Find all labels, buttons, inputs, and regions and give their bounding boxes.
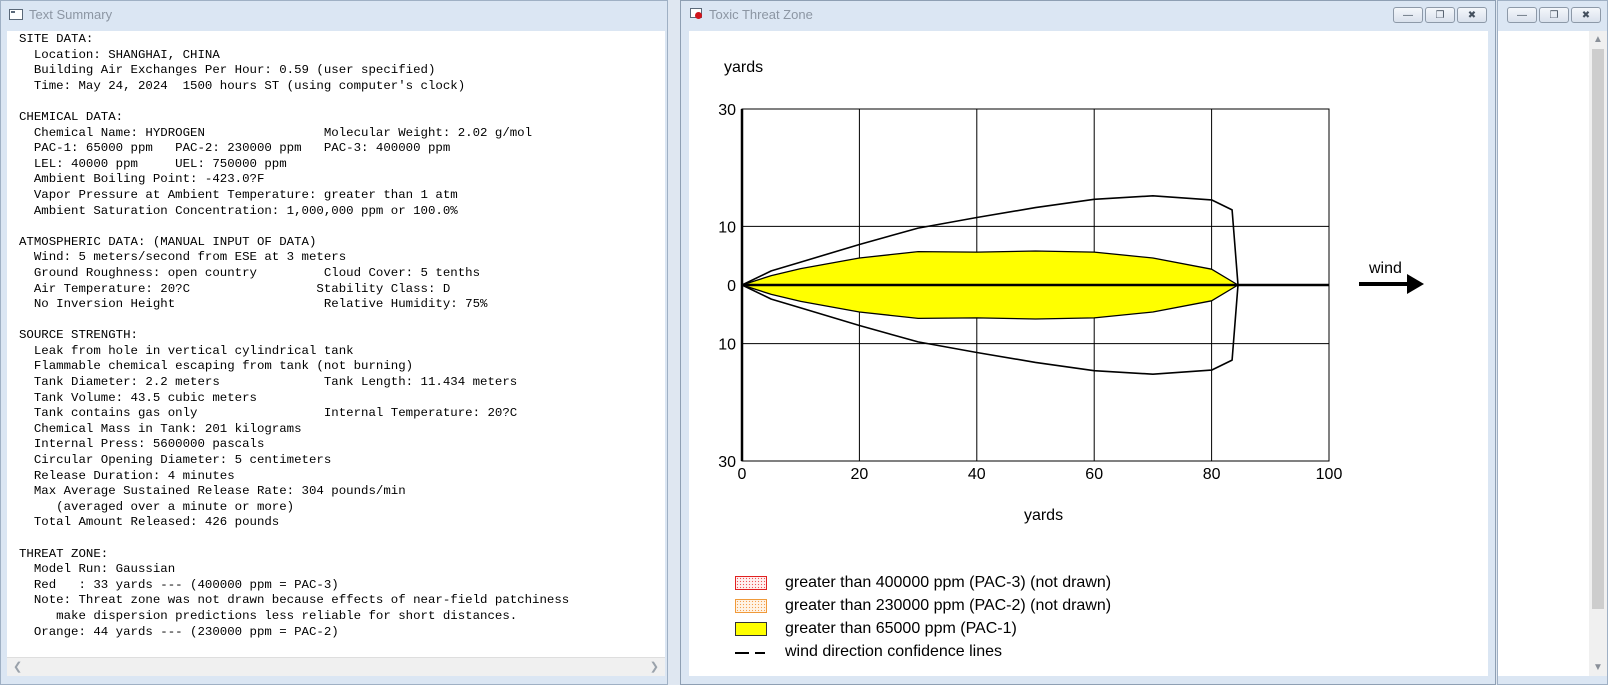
legend-item-confidence-lines: wind direction confidence lines bbox=[735, 640, 1111, 663]
legend-item-pac3: greater than 400000 ppm (PAC-3) (not dra… bbox=[735, 571, 1111, 594]
minimize-button[interactable]: — bbox=[1507, 7, 1537, 23]
threat-window-icon bbox=[689, 8, 703, 20]
legend-item-pac2: greater than 230000 ppm (PAC-2) (not dra… bbox=[735, 594, 1111, 617]
close-button[interactable]: ✖ bbox=[1457, 7, 1487, 23]
legend-label: wind direction confidence lines bbox=[785, 642, 1003, 660]
summary-text: SITE DATA: Location: SHANGHAI, CHINA Bui… bbox=[19, 32, 570, 639]
restore-button[interactable]: ❐ bbox=[1539, 7, 1569, 23]
legend-item-pac1: greater than 65000 ppm (PAC-1) bbox=[735, 617, 1111, 640]
y-tick-labels: 30 10 0 10 30 bbox=[718, 102, 736, 471]
text-summary-content[interactable]: SITE DATA: Location: SHANGHAI, CHINA Bui… bbox=[7, 31, 665, 657]
pac3-swatch-icon bbox=[735, 575, 767, 590]
minimize-icon: — bbox=[1517, 9, 1527, 21]
threat-zone-chart: 0 20 40 60 80 100 301001030 yards yards wind bbox=[718, 59, 1424, 524]
dashed-line-icon bbox=[735, 645, 767, 659]
restore-icon: ❐ bbox=[1435, 9, 1445, 21]
x-tick-label: 20 bbox=[851, 466, 869, 483]
vertical-scrollbar[interactable]: ▲ ▼ bbox=[1589, 31, 1607, 676]
threat-zone-titlebar[interactable]: Toxic Threat Zone — ❐ ✖ bbox=[681, 1, 1495, 27]
y-tick-label: 10 bbox=[718, 219, 736, 236]
background-window[interactable]: — ❐ ✖ ▲ ▼ bbox=[1497, 0, 1608, 685]
x-tick-label: 100 bbox=[1316, 466, 1343, 483]
x-tick-labels: 0 20 40 60 80 100 bbox=[738, 466, 1343, 483]
legend-label: greater than 65000 ppm (PAC-1) bbox=[785, 619, 1017, 637]
close-icon: ✖ bbox=[1581, 9, 1591, 21]
background-window-titlebar[interactable]: — ❐ ✖ bbox=[1498, 1, 1607, 27]
x-axis-label: yards bbox=[1024, 507, 1063, 524]
pac2-swatch-icon bbox=[735, 598, 767, 613]
wind-arrow-icon bbox=[1359, 274, 1424, 294]
legend-label: greater than 230000 ppm (PAC-2) (not dra… bbox=[785, 596, 1112, 614]
window-title: Toxic Threat Zone bbox=[709, 6, 813, 22]
x-tick-label: 0 bbox=[738, 466, 747, 483]
x-tick-label: 80 bbox=[1203, 466, 1221, 483]
scroll-left-icon[interactable]: ❮ bbox=[13, 660, 22, 673]
threat-zone-plot-area: 0 20 40 60 80 100 30 10 0 10 30 yards yards wind … bbox=[689, 31, 1488, 676]
toxic-threat-zone-window[interactable]: Toxic Threat Zone — ❐ ✖ 0 20 40 60 80 100 30 1… bbox=[680, 0, 1496, 685]
scroll-up-icon[interactable]: ▲ bbox=[1593, 34, 1603, 45]
minimize-button[interactable]: — bbox=[1393, 7, 1423, 23]
close-button[interactable]: ✖ bbox=[1571, 7, 1601, 23]
y-tick-label: 0 bbox=[727, 278, 736, 295]
close-icon: ✖ bbox=[1467, 9, 1477, 21]
text-summary-window[interactable]: Text Summary SITE DATA: Location: SHANGH… bbox=[0, 0, 668, 685]
y-axis-label: yards bbox=[724, 59, 763, 76]
x-tick-label: 40 bbox=[968, 466, 986, 483]
x-tick-label: 60 bbox=[1085, 466, 1103, 483]
y-tick-label: 30 bbox=[718, 102, 736, 119]
y-tick-label: 10 bbox=[718, 337, 736, 354]
minimize-icon: — bbox=[1403, 9, 1413, 21]
y-tick-label: 30 bbox=[718, 454, 736, 471]
scroll-right-icon[interactable]: ❯ bbox=[650, 660, 659, 673]
text-summary-titlebar[interactable]: Text Summary bbox=[1, 1, 667, 27]
text-window-icon bbox=[9, 8, 23, 20]
scroll-down-icon[interactable]: ▼ bbox=[1593, 662, 1603, 673]
legend: greater than 400000 ppm (PAC-3) (not dra… bbox=[735, 571, 1111, 663]
window-title: Text Summary bbox=[29, 6, 113, 22]
legend-label: greater than 400000 ppm (PAC-3) (not dra… bbox=[785, 573, 1112, 591]
restore-button[interactable]: ❐ bbox=[1425, 7, 1455, 23]
scrollbar-thumb[interactable] bbox=[1592, 49, 1604, 609]
pac1-swatch-icon bbox=[735, 621, 767, 636]
wind-label: wind bbox=[1368, 260, 1402, 277]
horizontal-scrollbar[interactable]: ❮ ❯ bbox=[7, 657, 665, 676]
restore-icon: ❐ bbox=[1549, 9, 1559, 21]
